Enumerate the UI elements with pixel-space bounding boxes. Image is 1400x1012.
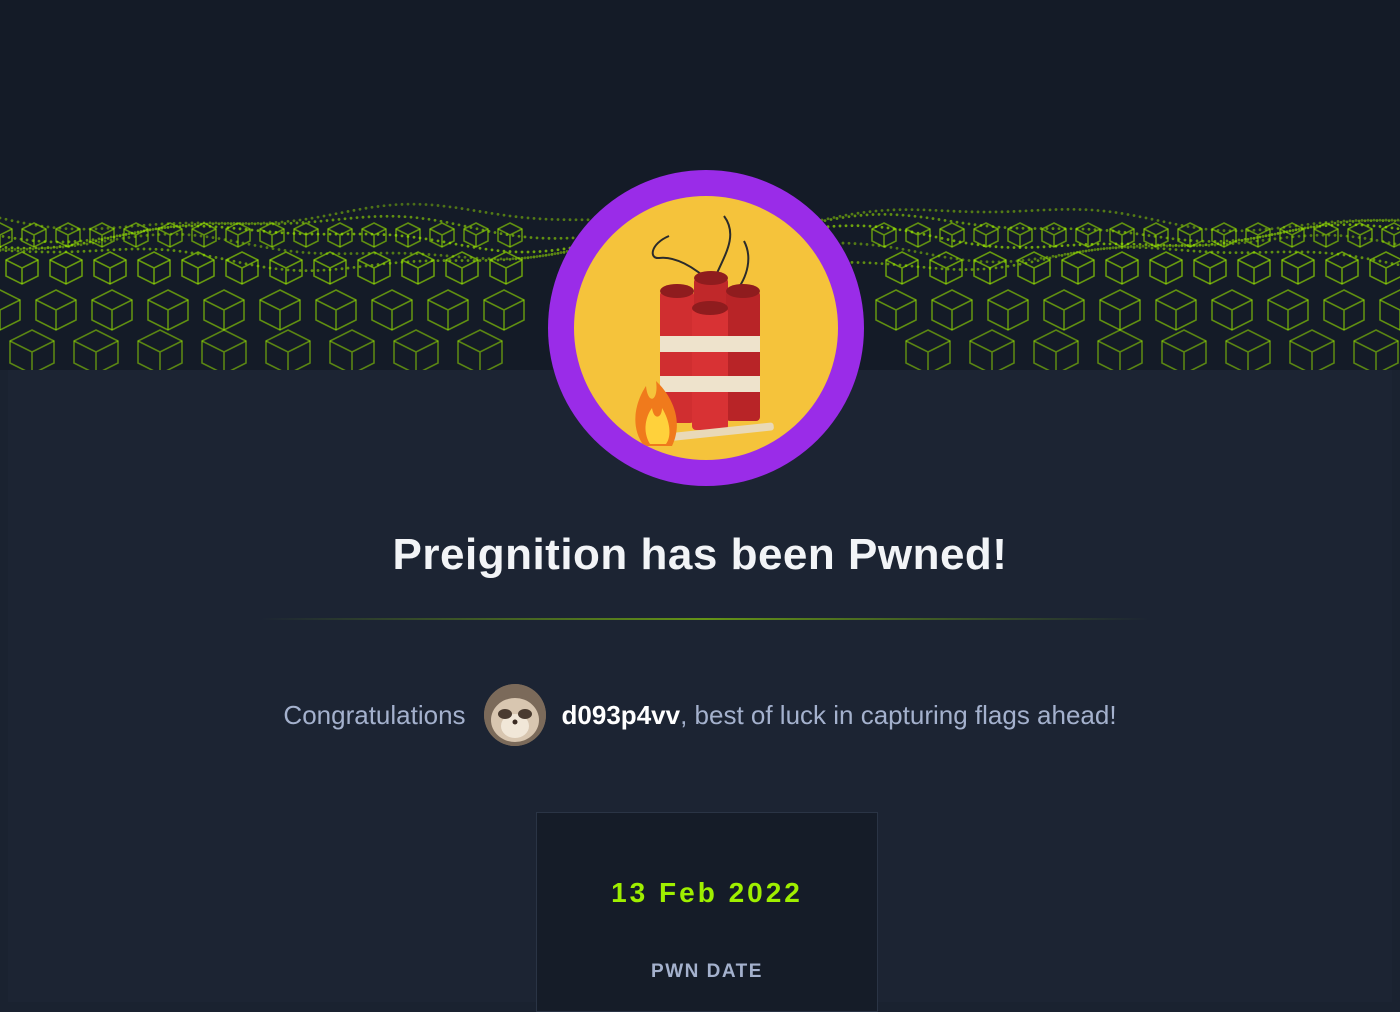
machine-badge — [548, 170, 864, 486]
congrats-prefix: Congratulations — [283, 700, 465, 731]
avatar-image — [484, 684, 546, 746]
user-avatar[interactable] — [484, 684, 546, 746]
congrats-suffix: , best of luck in capturing flags ahead! — [680, 700, 1117, 731]
page-title: Preignition has been Pwned! — [0, 530, 1400, 580]
pwn-date-value: 13 Feb 2022 — [537, 877, 877, 909]
username-link[interactable]: d093p4vv — [562, 700, 681, 731]
congratulations-message: Congratulations d093p4vv , best of luck … — [0, 684, 1400, 746]
pwn-date-label: PWN DATE — [537, 961, 877, 983]
dynamite-icon — [574, 196, 838, 460]
title-divider — [260, 618, 1150, 620]
pwn-date-card: 13 Feb 2022 PWN DATE — [536, 812, 878, 1012]
